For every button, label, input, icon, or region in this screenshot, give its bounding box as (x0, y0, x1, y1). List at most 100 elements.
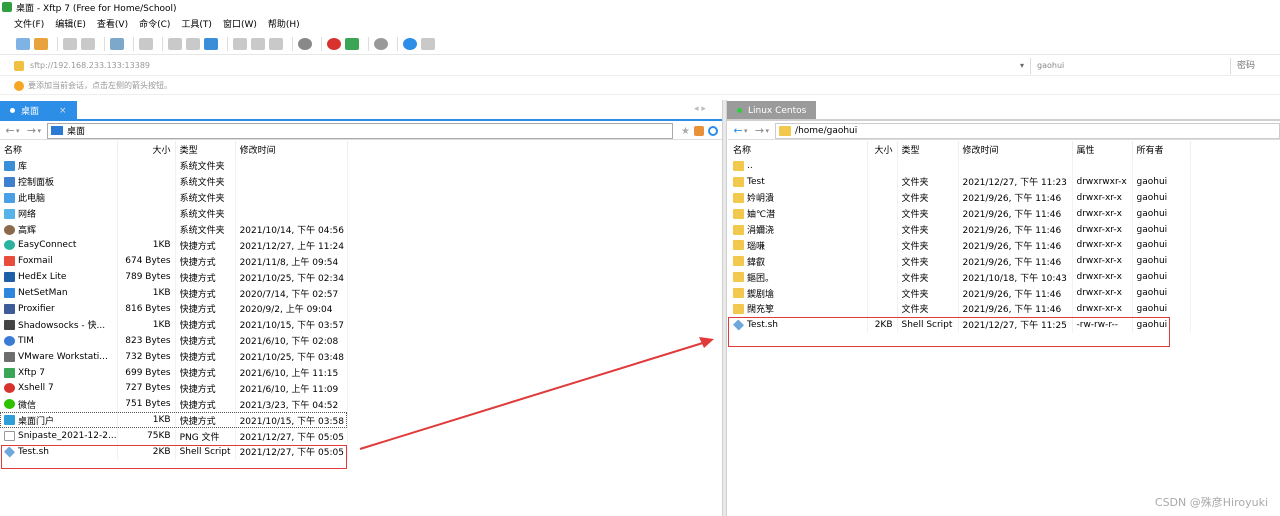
file-type: 系统文件夹 (175, 173, 236, 190)
table-row[interactable]: Foxmail 674 Bytes 快捷方式 2021/11/8, 上午 09:54 (0, 253, 348, 270)
xshell-icon[interactable] (327, 37, 341, 50)
menu-edit[interactable]: 编辑(E) (55, 17, 86, 30)
username-input[interactable] (1030, 57, 1230, 74)
table-row[interactable]: 妯℃澘 文件夹 2021/9/26, 下午 11:46 drwxr-xr-x gaohu… (729, 205, 1191, 222)
table-row[interactable]: 库 系统文件夹 (0, 158, 348, 174)
new-session-icon[interactable] (16, 37, 30, 50)
table-row[interactable]: Shadowsocks - 快... 1KB 快捷方式 2021/10/15, 下午 … (0, 316, 348, 333)
table-row[interactable]: NetSetMan 1KB 快捷方式 2020/7/14, 下午 02:57 (0, 285, 348, 302)
host-input[interactable] (30, 57, 1020, 74)
file-size (117, 205, 176, 222)
xftp-icon[interactable] (345, 37, 359, 50)
file-name-cell: HedEx Lite (0, 269, 118, 286)
table-row[interactable]: .. (729, 158, 1191, 174)
menu-tools[interactable]: 工具(T) (181, 17, 212, 30)
table-row[interactable]: Test 文件夹 2021/12/27, 下午 11:23 drwxrwxr-x gao… (729, 173, 1191, 190)
table-row[interactable]: Xshell 7 727 Bytes 快捷方式 2021/6/10, 上午 11:09 (0, 380, 348, 397)
table-row[interactable]: Proxifier 816 Bytes 快捷方式 2020/9/2, 上午 09:04 (0, 301, 348, 317)
table-row[interactable]: 涓嬭浇 文件夹 2021/9/26, 下午 11:46 drwxr-xr-x gaohu… (729, 221, 1191, 238)
file-name: 桌面门户 (4, 414, 116, 427)
session-manager-icon[interactable] (110, 37, 124, 50)
paste-icon[interactable] (186, 37, 200, 50)
right-path-input[interactable]: /home/gaohui (775, 122, 1280, 139)
folder-icon (733, 192, 744, 203)
table-row[interactable]: 鍥剧墖 文件夹 2021/9/26, 下午 11:46 drwxr-xr-x gaohu… (729, 285, 1191, 302)
table-row[interactable]: VMware Workstati... 732 Bytes 快捷方式 2021/10/… (0, 348, 348, 365)
table-row[interactable]: 高辉 系统文件夹 2021/10/14, 下午 04:56 (0, 221, 348, 238)
sync-icon[interactable] (204, 37, 218, 50)
toolbar-separator (227, 36, 228, 51)
terminal-icon[interactable] (139, 37, 153, 50)
col-size[interactable]: 大小 (867, 141, 898, 158)
col-owner[interactable]: 所有者 (1132, 141, 1191, 158)
panel-splitter[interactable] (722, 100, 727, 516)
star-icon[interactable]: ★ (681, 126, 690, 137)
menu-command[interactable]: 命令(C) (139, 17, 170, 30)
chat-icon[interactable] (421, 37, 435, 50)
table-row[interactable]: HedEx Lite 789 Bytes 快捷方式 2021/10/25, 下午 02… (0, 269, 348, 286)
globe-icon[interactable] (298, 37, 312, 50)
info-icon (14, 80, 24, 91)
left-file-list: 名称 大小 类型 修改时间 库系统文件夹控制面板 系统文件夹 此电脑 系统文件夹 网络系… (0, 141, 348, 460)
download-icon[interactable] (251, 37, 265, 50)
password-input[interactable] (1230, 57, 1280, 74)
chevron-down-icon[interactable]: ▾ (38, 127, 42, 135)
col-modified[interactable]: 修改时间 (235, 141, 348, 158)
table-row[interactable]: 控制面板 系统文件夹 (0, 173, 348, 190)
table-row[interactable]: Snipaste_2021-12-2... 75KB PNG 文件 2021/12/2… (0, 428, 348, 445)
left-path-input[interactable]: 桌面 (47, 122, 674, 139)
refresh-icon[interactable] (708, 125, 718, 136)
tab-linux-centos[interactable]: Linux Centos (727, 101, 817, 120)
file-modified: 2021/9/26, 下午 11:46 (958, 205, 1073, 222)
table-row[interactable]: 鏂囨。 文件夹 2021/10/18, 下午 10:43 drwxr-xr-x gaoh… (729, 269, 1191, 286)
file-type: 快捷方式 (175, 285, 236, 302)
copy-icon[interactable] (168, 37, 182, 50)
col-type[interactable]: 类型 (897, 141, 959, 158)
file-size (867, 269, 898, 286)
chevron-down-icon[interactable]: ▾ (1020, 61, 1030, 70)
chevron-down-icon[interactable]: ▾ (744, 127, 748, 135)
file-size: 816 Bytes (117, 301, 176, 317)
home-icon[interactable] (694, 125, 704, 136)
gear-icon[interactable] (374, 37, 388, 50)
table-row[interactable]: 此电脑 系统文件夹 (0, 189, 348, 206)
menu-file[interactable]: 文件(F) (14, 17, 44, 30)
hedex-icon (4, 272, 15, 283)
table-row[interactable]: EasyConnect 1KB 快捷方式 2021/12/27, 上午 11:24 (0, 237, 348, 254)
col-name[interactable]: 名称 (0, 141, 118, 158)
link-icon[interactable] (63, 37, 77, 50)
stop-icon[interactable] (269, 37, 283, 50)
table-row[interactable]: 微信 751 Bytes 快捷方式 2021/3/23, 下午 04:52 (0, 396, 348, 413)
tab-desktop[interactable]: 桌面 × (0, 101, 77, 120)
col-size[interactable]: 大小 (117, 141, 176, 158)
unlink-icon[interactable] (81, 37, 95, 50)
menu-window[interactable]: 窗口(W) (223, 17, 257, 30)
forward-arrow-icon[interactable]: → (754, 124, 766, 137)
chevron-down-icon[interactable]: ▾ (16, 127, 20, 135)
chevron-down-icon[interactable]: ▾ (766, 127, 770, 135)
open-folder-icon[interactable] (34, 37, 48, 50)
tab-scroll-arrows[interactable]: ◂ ▸ (694, 104, 706, 114)
help-icon[interactable] (403, 37, 417, 50)
col-modified[interactable]: 修改时间 (958, 141, 1073, 158)
table-row[interactable]: 瑙嗛 文件夹 2021/9/26, 下午 11:46 drwxr-xr-x gaohui (729, 237, 1191, 254)
table-row[interactable]: TIM 823 Bytes 快捷方式 2021/6/10, 下午 02:08 (0, 332, 348, 349)
upload-icon[interactable] (233, 37, 247, 50)
table-row[interactable]: Xftp 7 699 Bytes 快捷方式 2021/6/10, 上午 11:15 (0, 364, 348, 381)
close-icon[interactable]: × (59, 106, 67, 116)
file-name-text: 控制面板 (18, 178, 55, 189)
col-type[interactable]: 类型 (175, 141, 236, 158)
table-row[interactable]: 鍏叡 文件夹 2021/9/26, 下午 11:46 drwxr-xr-x gaohui (729, 253, 1191, 270)
menu-view[interactable]: 查看(V) (97, 17, 128, 30)
table-row[interactable]: 桌面门户 1KB 快捷方式 2021/10/15, 下午 03:58 (0, 412, 348, 429)
file-name: HedEx Lite (4, 272, 116, 283)
col-name[interactable]: 名称 (729, 141, 868, 158)
menu-help[interactable]: 帮助(H) (268, 17, 300, 30)
forward-arrow-icon[interactable]: → (26, 124, 38, 137)
table-row[interactable]: 妗岄潰 文件夹 2021/9/26, 下午 11:46 drwxr-xr-x gaohu… (729, 189, 1191, 206)
back-arrow-icon[interactable]: ← (4, 124, 16, 137)
table-row[interactable]: 闊充箰 文件夹 2021/9/26, 下午 11:46 drwxr-xr-x gaohu… (729, 301, 1191, 317)
back-arrow-icon[interactable]: ← (732, 124, 744, 137)
table-row[interactable]: 网络 系统文件夹 (0, 205, 348, 222)
col-attributes[interactable]: 属性 (1072, 141, 1133, 158)
